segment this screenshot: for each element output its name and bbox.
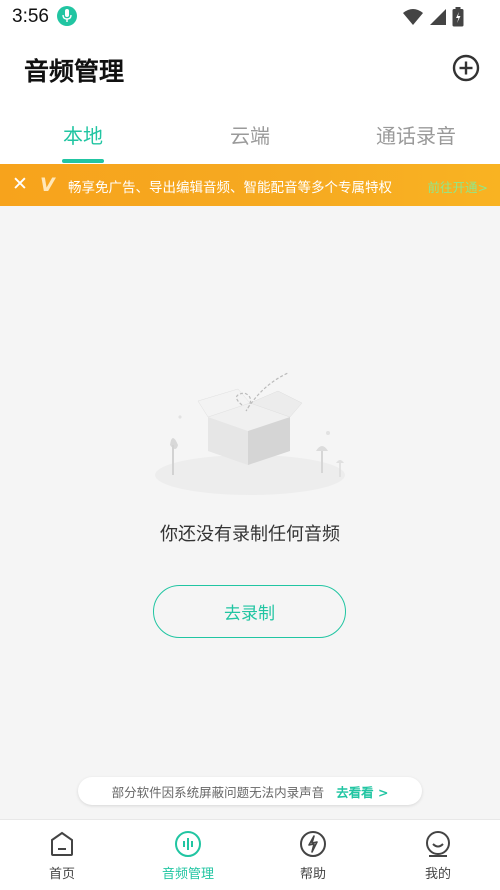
nav-item-home[interactable]: 首页 <box>22 830 102 882</box>
tab-indicator <box>62 159 104 163</box>
status-bar: 3:56 <box>0 0 500 34</box>
app-header: 音频管理 <box>0 34 500 104</box>
vip-logo: V <box>40 174 55 196</box>
vip-banner-text: 畅享免广告、导出编辑音频、智能配音等多个专属特权 <box>68 180 392 196</box>
go-record-button[interactable]: 去录制 <box>153 585 346 638</box>
nav-label-profile: 我的 <box>424 867 451 882</box>
profile-icon <box>426 831 450 857</box>
add-icon[interactable] <box>450 52 482 84</box>
microphone-icon <box>57 6 77 26</box>
empty-state-message: 你还没有录制任何音频 <box>160 524 340 545</box>
tab-local[interactable]: 本地 <box>63 120 103 149</box>
page-title: 音频管理 <box>24 57 125 86</box>
nav-label-audio: 音频管理 <box>161 867 214 882</box>
status-time: 3:56 <box>12 6 49 27</box>
signal-icon <box>430 9 446 25</box>
audio-wave-icon <box>175 831 201 857</box>
close-icon[interactable]: ✕ <box>12 173 28 195</box>
hint-text: 部分软件因系统屏蔽问题无法内录声音 <box>111 784 325 800</box>
nav-label-help: 帮助 <box>299 867 326 882</box>
nav-item-audio[interactable]: 音频管理 <box>148 830 228 882</box>
nav-item-profile[interactable]: 我的 <box>398 830 478 882</box>
tab-call-recording[interactable]: 通话录音 <box>376 120 456 149</box>
hint-banner[interactable]: 部分软件因系统屏蔽问题无法内录声音 去看看 > <box>78 777 422 805</box>
empty-box-illustration <box>155 372 345 495</box>
tab-bar: 本地 云端 通话录音 <box>0 104 500 164</box>
tab-cloud[interactable]: 云端 <box>230 120 270 149</box>
nav-label-home: 首页 <box>48 867 75 882</box>
wifi-icon <box>403 9 423 25</box>
vip-banner[interactable]: ✕ V 畅享免广告、导出编辑音频、智能配音等多个专属特权 前往开通> <box>0 164 500 206</box>
help-icon <box>300 831 326 857</box>
nav-item-help[interactable]: 帮助 <box>273 830 353 882</box>
bottom-nav: 首页 音频管理 帮助 我的 <box>0 819 500 890</box>
hint-link[interactable]: 去看看 > <box>336 782 388 801</box>
battery-icon <box>452 7 464 27</box>
home-icon <box>51 831 73 856</box>
vip-open-link[interactable]: 前往开通> <box>428 177 488 196</box>
